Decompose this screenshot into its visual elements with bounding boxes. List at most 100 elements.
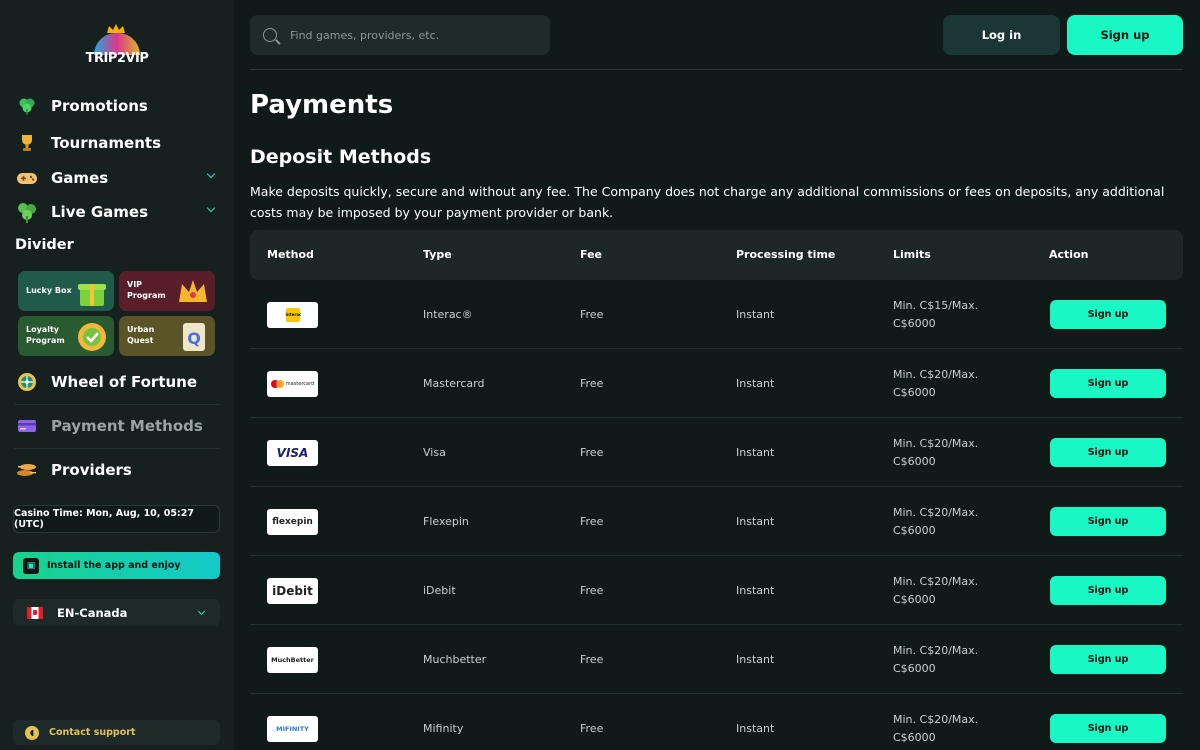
- row-signup-button[interactable]: Sign up: [1050, 507, 1166, 536]
- promo-card-urban-quest[interactable]: Urban Quest Q: [119, 316, 215, 356]
- cell-type: Flexepin: [423, 515, 469, 528]
- section-title: Deposit Methods: [250, 146, 432, 168]
- limit-line: C$6000: [893, 661, 936, 675]
- chevron-down-icon: [206, 169, 216, 179]
- table-header: Method Type Fee Processing time Limits A…: [250, 230, 1183, 280]
- page-title: Payments: [250, 90, 394, 120]
- payment-logo: VISA: [267, 440, 318, 466]
- search-input[interactable]: [290, 28, 530, 42]
- cell-fee: Free: [580, 446, 604, 459]
- wheel-icon: [14, 369, 40, 395]
- cell-type: Muchbetter: [423, 653, 487, 666]
- limit-line: C$6000: [893, 316, 936, 330]
- providers-icon: [14, 457, 40, 483]
- contact-support-label: Contact support: [49, 727, 136, 738]
- sidebar-item-label: Promotions: [51, 97, 148, 115]
- cell-processing-time: Instant: [736, 722, 775, 735]
- payment-logo-text: MuchBetter: [271, 656, 314, 664]
- contact-support-button[interactable]: ◖ Contact support: [13, 720, 220, 745]
- limit-line: C$6000: [893, 385, 936, 399]
- gift-icon: [78, 284, 106, 306]
- cell-limits: Min. C$20/Max. C$6000: [893, 642, 1003, 677]
- chevron-down-icon: [206, 203, 216, 213]
- payment-logo: MuchBetter: [267, 647, 318, 673]
- row-signup-button[interactable]: Sign up: [1050, 714, 1166, 743]
- search-icon: [263, 28, 277, 42]
- divider-title: Divider: [15, 237, 74, 253]
- payment-logo-text: iDebit: [272, 584, 313, 598]
- language-selector[interactable]: EN-Canada: [13, 599, 220, 626]
- card-icon: [14, 413, 40, 439]
- cell-limits: Min. C$20/Max. C$6000: [893, 711, 1003, 746]
- sidebar-item-label: Wheel of Fortune: [51, 373, 198, 391]
- brand-logo[interactable]: TRIP2VIP: [84, 24, 150, 68]
- sidebar-item-wheel-of-fortune[interactable]: Wheel of Fortune: [14, 366, 220, 398]
- promo-card-loyalty-program[interactable]: Loyalty Program: [18, 316, 114, 356]
- limit-line: Min. C$20/Max.: [893, 437, 979, 450]
- row-signup-button[interactable]: Sign up: [1050, 300, 1166, 329]
- loyalty-medal-icon: [78, 323, 106, 351]
- payment-logo-text: mastercard: [285, 381, 315, 387]
- sidebar-item-payment-methods[interactable]: Payment Methods: [14, 410, 220, 442]
- mastercard-circles-icon: [270, 380, 284, 388]
- login-button[interactable]: Log in: [943, 15, 1060, 55]
- cell-fee: Free: [580, 377, 604, 390]
- row-signup-button[interactable]: Sign up: [1050, 438, 1166, 467]
- sidebar-item-tournaments[interactable]: Tournaments: [14, 127, 220, 159]
- cell-limits: Min. C$20/Max. C$6000: [893, 435, 1003, 470]
- promo-card-label: Urban Quest: [127, 325, 155, 345]
- sidebar-item-label: Games: [51, 169, 109, 187]
- sidebar-item-live-games[interactable]: Live Games: [14, 196, 220, 228]
- header-divider: [250, 69, 1183, 70]
- column-header: Limits: [893, 248, 931, 261]
- install-app-button[interactable]: ▣ Install the app and enjoy: [13, 552, 220, 579]
- sidebar-item-promotions[interactable]: Promotions: [14, 90, 220, 122]
- column-header: Action: [1049, 248, 1089, 261]
- payment-logo-text: MIFINITY: [276, 725, 309, 733]
- cell-type: Mifinity: [423, 722, 464, 735]
- table-row: VISA Visa Free Instant Min. C$20/Max. C$6000 S…: [250, 418, 1183, 487]
- deposit-methods-table: Method Type Fee Processing time Limits A…: [250, 230, 1183, 744]
- cell-fee: Free: [580, 722, 604, 735]
- sidebar-item-providers[interactable]: Providers: [14, 454, 220, 486]
- cell-processing-time: Instant: [736, 653, 775, 666]
- promo-card-vip-program[interactable]: VIP Program: [119, 271, 215, 311]
- promo-card-label: VIP Program: [127, 280, 166, 300]
- sidebar-separator: [14, 448, 220, 449]
- row-signup-button[interactable]: Sign up: [1050, 645, 1166, 674]
- quest-scroll-icon: Q: [183, 323, 205, 351]
- payment-logo: iDebit: [267, 578, 318, 604]
- table-row: MIFINITY Mifinity Free Instant Min. C$20/Max…: [250, 694, 1183, 750]
- clover-icon: [14, 93, 40, 119]
- search-bar[interactable]: [250, 15, 550, 55]
- sidebar-item-games[interactable]: Games: [14, 162, 220, 194]
- cell-fee: Free: [580, 584, 604, 597]
- cell-fee: Free: [580, 308, 604, 321]
- cell-limits: Min. C$15/Max. C$6000: [893, 297, 1003, 332]
- payment-logo: flexepin: [267, 509, 318, 535]
- limit-line: Min. C$20/Max.: [893, 644, 979, 657]
- row-signup-button[interactable]: Sign up: [1050, 576, 1166, 605]
- casino-time: Casino Time: Mon, Aug, 10, 05:27 (UTC): [13, 505, 220, 533]
- cell-type: Mastercard: [423, 377, 485, 390]
- crown-icon: [179, 280, 207, 302]
- payment-logo: MIFINITY: [267, 716, 318, 742]
- payment-logo-text: VISA: [276, 446, 309, 460]
- gamepad-icon: [14, 165, 40, 191]
- row-signup-button[interactable]: Sign up: [1050, 369, 1166, 398]
- headset-icon: ◖: [25, 725, 39, 740]
- promo-card-lucky-box[interactable]: Lucky Box: [18, 271, 114, 311]
- app-icon: ▣: [23, 557, 39, 574]
- sidebar-separator: [14, 404, 220, 405]
- table-row: MuchBetter Muchbetter Free Instant Min. C$20…: [250, 625, 1183, 694]
- canada-flag-icon: [27, 606, 43, 619]
- table-row: flexepin Flexepin Free Instant Min. C$20/Max…: [250, 487, 1183, 556]
- cell-processing-time: Instant: [736, 515, 775, 528]
- cell-fee: Free: [580, 653, 604, 666]
- sidebar-item-label: Providers: [51, 461, 132, 479]
- signup-button[interactable]: Sign up: [1067, 15, 1183, 55]
- limit-line: C$6000: [893, 454, 936, 468]
- chevron-down-icon: [197, 607, 206, 616]
- table-row: iDebit iDebit Free Instant Min. C$20/Max. C$6…: [250, 556, 1183, 625]
- table-row: interac Interac® Free Instant Min. C$15/Max.…: [250, 280, 1183, 349]
